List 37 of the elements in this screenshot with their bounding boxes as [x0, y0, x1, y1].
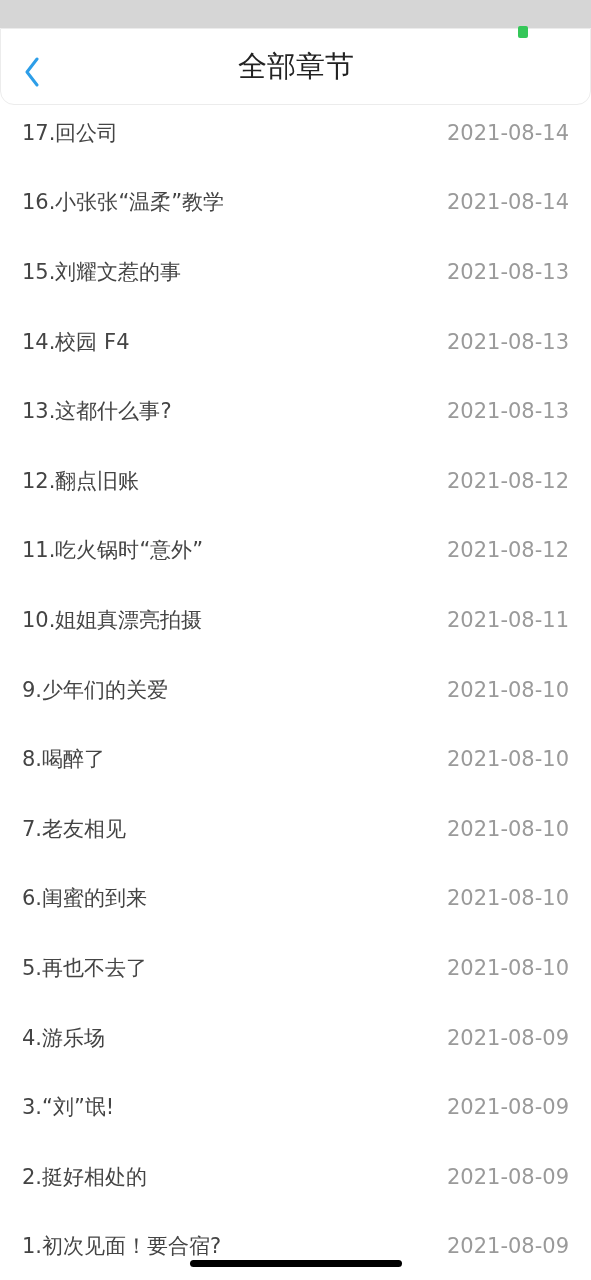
chapter-title[interactable]: 11.吃火锅时“意外” [22, 536, 204, 565]
chapter-date: 2021-08-09 [446, 1234, 569, 1259]
chapter-date: 2021-08-09 [446, 1095, 569, 1120]
chapter-title[interactable]: 8.喝醉了 [22, 745, 106, 774]
chapter-title[interactable]: 14.校园 F4 [22, 327, 130, 356]
chapter-title[interactable]: 12.翻点旧账 [22, 466, 140, 495]
chapter-title[interactable]: 7.老友相见 [22, 814, 127, 843]
chapter-date: 2021-08-14 [446, 120, 569, 145]
chapter-title[interactable]: 2.挺好相处的 [22, 1162, 148, 1191]
chapter-title[interactable]: 13.这都什么事? [22, 397, 172, 426]
battery-icon [518, 26, 528, 38]
chapter-title[interactable]: 15.刘耀文惹的事 [22, 258, 182, 286]
chapter-title[interactable]: 16.小张张“温柔”教学 [22, 188, 225, 217]
chapter-date: 2021-08-09 [446, 1164, 569, 1189]
chapter-date: 2021-08-09 [446, 1025, 569, 1050]
chapter-date: 2021-08-12 [446, 468, 569, 493]
chapter-date: 2021-08-10 [446, 677, 569, 702]
chapter-date: 2021-08-10 [446, 886, 569, 911]
chapter-date: 2021-08-13 [446, 329, 569, 354]
back-icon[interactable] [24, 57, 40, 87]
chapter-date: 2021-08-12 [446, 538, 569, 563]
chapter-title[interactable]: 3.“刘”氓! [22, 1093, 115, 1122]
page-title: 全部章节 [237, 47, 354, 85]
chapter-title[interactable]: 1.初次见面！要合宿? [22, 1232, 222, 1261]
chapter-date: 2021-08-10 [446, 816, 569, 841]
chapter-title[interactable]: 10.姐姐真漂亮拍摄 [22, 605, 203, 634]
chapter-title[interactable]: 9.少年们的关爱 [22, 675, 169, 704]
chapter-title[interactable]: 5.再也不去了 [22, 953, 148, 982]
chapter-title[interactable]: 17.回公司 [22, 118, 119, 147]
chapter-date: 2021-08-14 [446, 190, 569, 215]
chapter-date: 2021-08-10 [446, 747, 569, 772]
chapter-date: 2021-08-10 [446, 955, 569, 980]
chapter-title[interactable]: 6.闺蜜的到来 [22, 884, 148, 913]
chapter-date: 2021-08-13 [446, 399, 569, 424]
chapter-date: 2021-08-11 [446, 607, 569, 632]
chapter-date: 2021-08-13 [446, 260, 569, 284]
chapter-title[interactable]: 4.游乐场 [22, 1023, 106, 1052]
